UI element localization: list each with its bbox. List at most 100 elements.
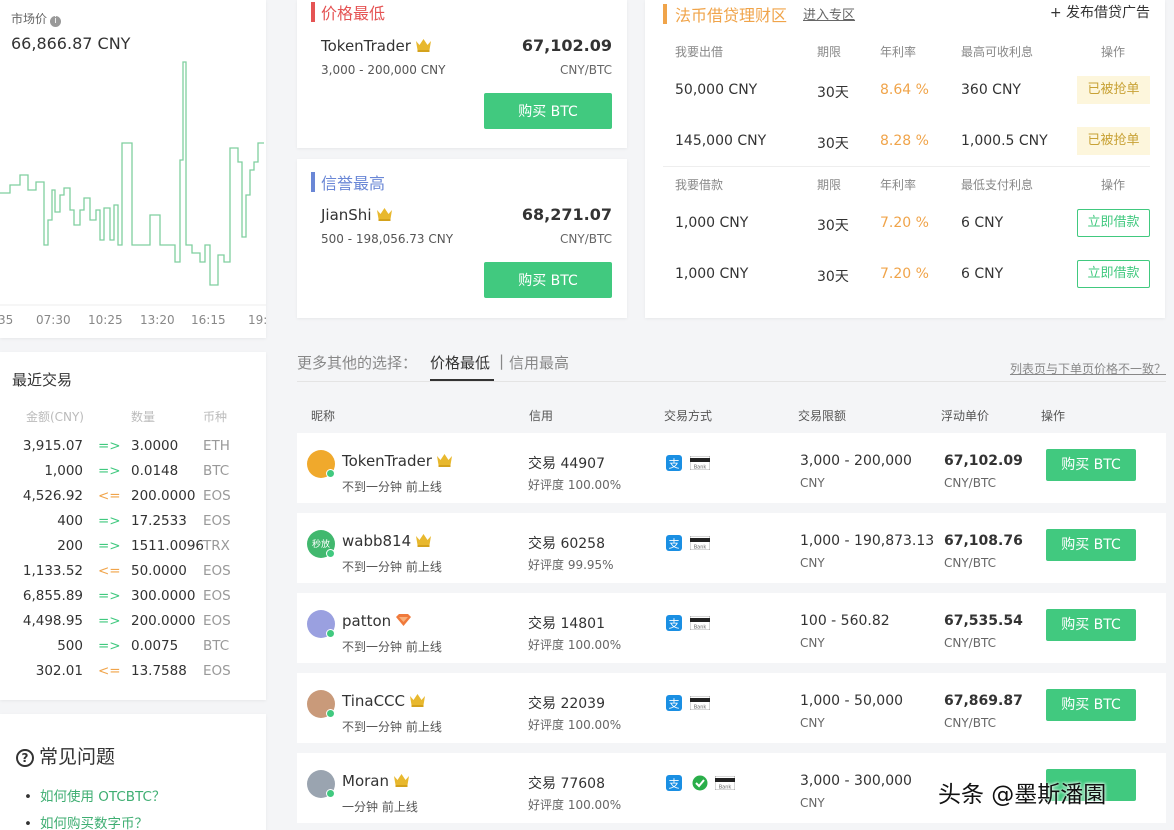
trade-coin: EOS: [203, 613, 231, 629]
price-mismatch-link[interactable]: 列表页与下单页价格不一致？: [1010, 360, 1166, 377]
faq-link-buy[interactable]: 如何购买数字币？: [24, 812, 148, 830]
faq-card: ?常见问题 如何使用 OTCBTC？ 如何购买数字币？: [0, 714, 266, 830]
loan-rate: 7.20 %: [880, 215, 929, 231]
trade-direction: =>: [98, 638, 121, 654]
trade-direction: <=: [98, 563, 121, 579]
col-payment: 交易方式: [664, 409, 713, 423]
loan-rate: 7.20 %: [880, 266, 929, 282]
buy-btc-button[interactable]: 购买 BTC: [1046, 449, 1136, 481]
alipay-method: 支: [666, 615, 682, 635]
borrow-now-button[interactable]: 立即借款: [1077, 209, 1150, 237]
trade-qty: 0.0148: [131, 463, 179, 479]
tab-credit-highest[interactable]: 信用最高: [509, 352, 569, 373]
last-online: 不到一分钟 前上线: [342, 480, 442, 494]
trade-coin: EOS: [203, 588, 231, 604]
alipay-icon: 支: [666, 455, 682, 471]
col-price: 浮动单价: [941, 409, 990, 423]
faq-link-usage[interactable]: 如何使用 OTCBTC？: [24, 785, 165, 805]
alipay-method: 支: [666, 455, 682, 475]
merchant-name[interactable]: Moran: [342, 772, 410, 790]
loan-term: 30天: [817, 269, 849, 285]
merchant-name[interactable]: patton: [342, 612, 412, 630]
trade-limit: 1,000 - 50,000: [800, 693, 904, 709]
trade-count: 交易 14801: [528, 616, 605, 632]
loan-amount: 50,000 CNY: [675, 82, 758, 98]
trade-qty: 3.0000: [131, 438, 179, 454]
tab-price-lowest[interactable]: 价格最低: [430, 352, 490, 373]
col-action: 操作: [1041, 409, 1066, 423]
trade-qty: 200.0000: [131, 613, 196, 629]
loan-area-card: 法币借贷理财区 进入专区 + 发布借贷广告 我要出借 期限 年利率 最高可收利息 操作 5…: [645, 0, 1165, 318]
online-indicator: [326, 709, 335, 718]
loan-term: 30天: [817, 85, 849, 101]
good-rating: 好评度 100.00%: [528, 798, 622, 812]
trade-row: 4,498.95 => 200.0000 EOS: [0, 613, 266, 638]
bank-card-icon: Bank: [690, 616, 710, 630]
trade-row: 1,000 => 0.0148 BTC: [0, 463, 266, 488]
taken-badge: 已被抢单: [1077, 127, 1150, 155]
trade-direction: =>: [98, 538, 121, 554]
buy-btc-button[interactable]: 购买 BTC: [1046, 689, 1136, 721]
loan-interest: 1,000.5 CNY: [961, 133, 1048, 149]
info-icon[interactable]: i: [50, 16, 62, 27]
publish-loan-ad-link[interactable]: + 发布借贷广告: [1050, 2, 1150, 22]
trade-qty: 13.7588: [131, 663, 187, 679]
loan-area-title: 法币借贷理财区: [663, 2, 787, 26]
merchant-name[interactable]: TinaCCC: [342, 692, 426, 710]
bank-card-label: Bank: [694, 465, 707, 471]
trade-qty: 200.0000: [131, 488, 196, 504]
buy-btc-button[interactable]: 购买 BTC: [484, 93, 612, 129]
price-lowest-range: 3,000 - 200,000 CNY: [321, 63, 446, 77]
merchant-name[interactable]: TokenTrader: [342, 452, 453, 470]
watermark-text: 头条 @墨斯潘園: [938, 782, 1107, 808]
trade-row: 3,915.07 => 3.0000 ETH: [0, 438, 266, 463]
trade-qty: 17.2533: [131, 513, 187, 529]
last-online: 不到一分钟 前上线: [342, 560, 442, 574]
svg-text:支: 支: [669, 698, 680, 711]
trade-row: 6,855.89 => 300.0000 EOS: [0, 588, 266, 613]
bank-card-icon: Bank: [715, 776, 735, 790]
buy-btc-button[interactable]: 购买 BTC: [1046, 529, 1136, 561]
borrow-now-button[interactable]: 立即借款: [1077, 260, 1150, 288]
unit-price: 67,535.54: [944, 613, 1023, 629]
price-unit: CNY/BTC: [944, 716, 996, 730]
bank-card-label: Bank: [694, 545, 707, 551]
loan-amount: 1,000 CNY: [675, 215, 749, 231]
bank-card-label: Bank: [719, 785, 732, 791]
trade-coin: BTC: [203, 463, 230, 479]
col-credit: 信用: [529, 409, 554, 423]
svg-text:支: 支: [669, 538, 680, 551]
enter-zone-link[interactable]: 进入专区: [803, 4, 855, 23]
credit-highest-merchant[interactable]: JianShi: [321, 206, 393, 224]
trade-qty: 300.0000: [131, 588, 196, 604]
diamond-icon: [396, 614, 412, 626]
alipay-icon: 支: [666, 775, 682, 791]
alipay-method: 支: [666, 775, 682, 795]
trade-coin: EOS: [203, 488, 231, 504]
recent-trades-header: 金额(CNY) 数量 币种: [0, 408, 266, 430]
loan-divider: [663, 166, 1150, 167]
trade-row: 400 => 17.2533 EOS: [0, 513, 266, 538]
unit-price: 67,869.87: [944, 693, 1023, 709]
trade-amount: 200: [57, 538, 83, 554]
crown-icon: [436, 454, 452, 467]
buy-btc-button[interactable]: 购买 BTC: [1046, 609, 1136, 641]
trade-amount: 1,133.52: [22, 563, 83, 579]
unit-price: 67,108.76: [944, 533, 1023, 549]
trade-row: 302.01 <= 13.7588 EOS: [0, 663, 266, 688]
price-lowest-merchant[interactable]: TokenTrader: [321, 37, 432, 55]
buy-btc-button[interactable]: 购买 BTC: [484, 262, 612, 298]
credit-highest-unit: CNY/BTC: [560, 232, 612, 246]
loan-col-header: 我要出借: [675, 45, 724, 59]
credit-highest-card: 信誉最高 JianShi 500 - 198,056.73 CNY 68,271…: [297, 159, 627, 318]
market-price-chart-card: 35 07:30 10:25 13:20 16:15 19: 市场价 i 66,866.87…: [0, 0, 266, 338]
more-options-label: 更多其他的选择：: [297, 354, 418, 372]
trade-limit: 100 - 560.82: [800, 613, 890, 629]
offer-row: 秒放 wabb814 不到一分钟 前上线 交易 60258 好评度 99.95% 支 Ban…: [297, 513, 1166, 583]
loan-amount: 1,000 CNY: [675, 266, 749, 282]
merchant-name[interactable]: wabb814: [342, 532, 432, 550]
bank-card-icon: Bank: [690, 536, 710, 550]
loan-rate: 8.28 %: [880, 133, 929, 149]
crown-icon: [394, 774, 409, 787]
loan-col-header: 期限: [817, 45, 842, 59]
